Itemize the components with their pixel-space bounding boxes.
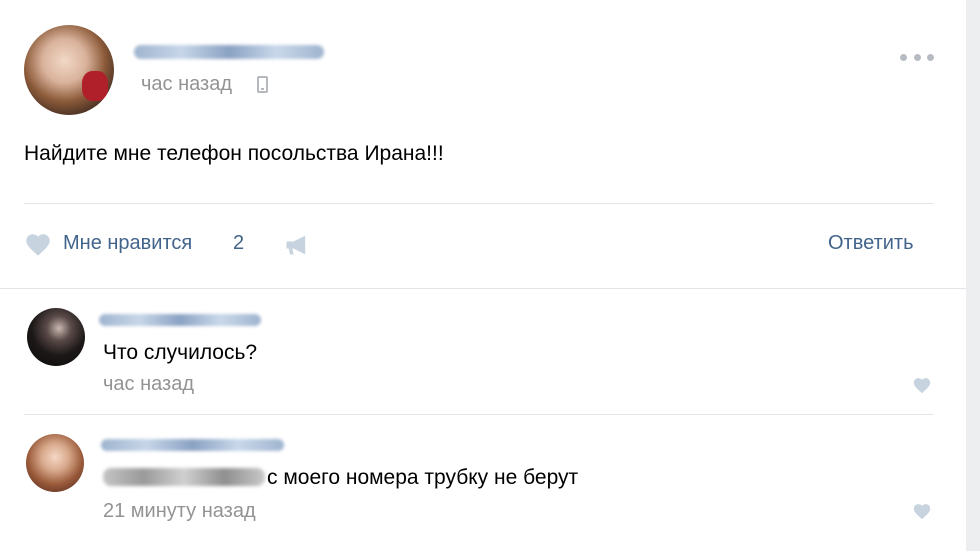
heart-icon[interactable] bbox=[24, 231, 52, 257]
post-card: час назад Найдите мне телефон посольства… bbox=[0, 0, 966, 551]
page-background bbox=[966, 0, 980, 551]
mention-redacted[interactable] bbox=[103, 468, 265, 486]
post-section: час назад Найдите мне телефон посольства… bbox=[0, 0, 966, 289]
comment-like-heart-icon[interactable] bbox=[912, 502, 932, 520]
more-dots-icon[interactable] bbox=[900, 52, 934, 62]
comment-divider bbox=[24, 414, 934, 415]
post-text: Найдите мне телефон посольства Ирана!!! bbox=[24, 142, 444, 165]
comment-text: с моего номера трубку не берут bbox=[267, 466, 579, 489]
comment-author-avatar[interactable] bbox=[27, 308, 85, 366]
comment-author-name-redacted[interactable] bbox=[101, 439, 284, 451]
comment-like-heart-icon[interactable] bbox=[912, 376, 932, 394]
comment-timestamp[interactable]: 21 минуту назад bbox=[103, 500, 256, 523]
comment-author-avatar[interactable] bbox=[26, 434, 84, 492]
like-button-label[interactable]: Мне нравится bbox=[63, 232, 192, 255]
phone-icon bbox=[257, 76, 268, 93]
post-timestamp[interactable]: час назад bbox=[141, 73, 232, 96]
divider bbox=[24, 203, 934, 204]
reply-button[interactable]: Ответить bbox=[828, 232, 914, 255]
post-author-avatar[interactable] bbox=[24, 25, 114, 115]
comment-author-name-redacted[interactable] bbox=[99, 314, 261, 326]
comment-timestamp[interactable]: час назад bbox=[103, 373, 194, 396]
comment-text: Что случилось? bbox=[103, 341, 258, 364]
megaphone-icon[interactable] bbox=[283, 232, 311, 258]
like-count[interactable]: 2 bbox=[233, 232, 244, 255]
post-author-name-redacted[interactable] bbox=[134, 45, 324, 59]
